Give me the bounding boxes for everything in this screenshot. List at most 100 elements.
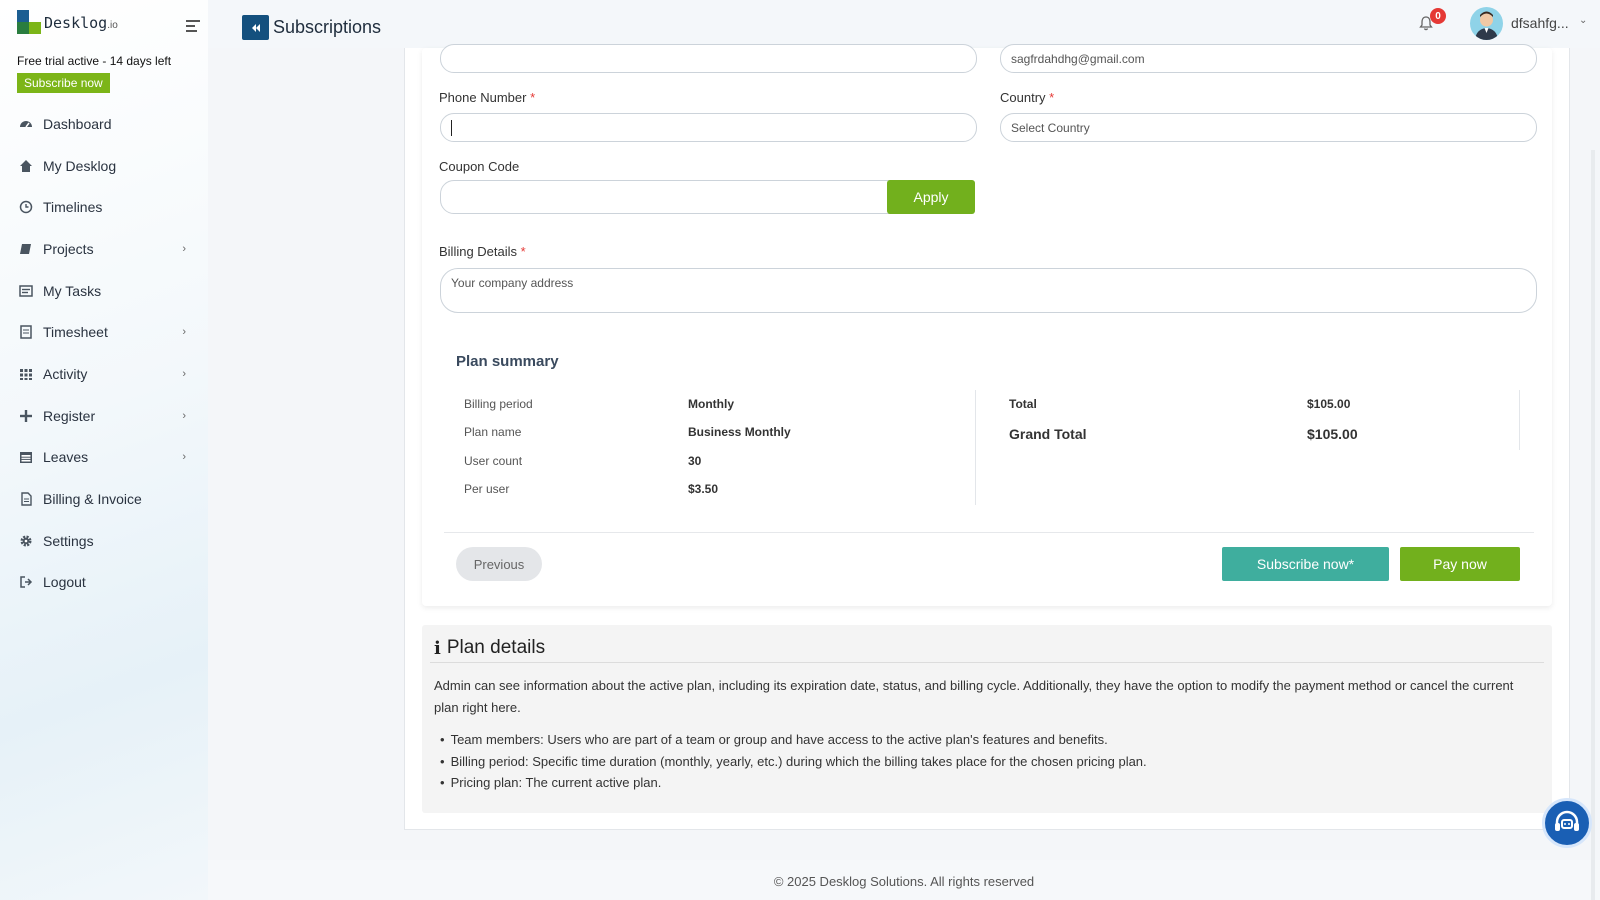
list-item: Billing period: Specific time duration (… — [440, 751, 1147, 773]
logout-icon — [19, 575, 33, 589]
sidebar-item-dashboard[interactable]: Dashboard — [0, 103, 208, 145]
logo-mark-icon — [17, 10, 41, 34]
plan-summary-title: Plan summary — [456, 353, 559, 370]
phone-number-input[interactable] — [440, 113, 977, 142]
subscribe-now-star-button[interactable]: Subscribe now* — [1222, 547, 1389, 581]
chevron-down-icon[interactable]: ⌄ — [1579, 15, 1587, 26]
email-field[interactable]: sagfrdahdhg@gmail.com — [1000, 44, 1537, 73]
chevron-right-icon: › — [182, 242, 186, 255]
grand-total-value: $105.00 — [1307, 426, 1358, 442]
plan-details-title: i Plan details — [434, 637, 546, 659]
summary-divider — [975, 390, 976, 505]
home-icon — [19, 159, 33, 173]
plan-details-list: Team members: Users who are part of a te… — [440, 729, 1147, 794]
coupon-label: Coupon Code — [439, 159, 520, 174]
subscribe-now-button[interactable]: Subscribe now — [17, 73, 110, 93]
list-item: Pricing plan: The current active plan. — [440, 772, 1147, 794]
sidebar-item-logout[interactable]: Logout — [0, 562, 208, 604]
country-placeholder: Select Country — [1011, 120, 1090, 135]
sidebar-item-label: Timelines — [43, 199, 103, 216]
invoice-icon — [19, 492, 33, 506]
chevron-right-icon: › — [182, 451, 186, 464]
summary-divider — [1519, 390, 1520, 450]
sidebar-item-my-tasks[interactable]: My Tasks — [0, 270, 208, 312]
name-field[interactable] — [440, 44, 977, 73]
sidebar-item-label: Timesheet — [43, 324, 108, 341]
summary-label-billing-period: Billing period — [464, 397, 533, 411]
scrollbar[interactable] — [1591, 150, 1595, 900]
book-icon — [19, 242, 33, 256]
chevron-right-icon: › — [182, 326, 186, 339]
user-name[interactable]: dfsahfg... — [1511, 15, 1569, 31]
notification-badge: 0 — [1430, 8, 1446, 24]
list-item: Team members: Users who are part of a te… — [440, 729, 1147, 751]
back-button[interactable] — [242, 15, 269, 40]
grid-icon — [19, 367, 33, 381]
brand-name: Desklog — [44, 14, 108, 32]
required-mark: * — [1049, 90, 1055, 105]
email-value: sagfrdahdhg@gmail.com — [1011, 51, 1145, 66]
avatar[interactable] — [1470, 7, 1503, 40]
gear-icon — [19, 534, 33, 548]
timesheet-icon — [19, 325, 33, 340]
topbar: Subscriptions 0 dfsahfg... ⌄ — [208, 0, 1600, 48]
sidebar-item-timelines[interactable]: Timelines — [0, 186, 208, 228]
trial-status: Free trial active - 14 days left — [17, 54, 172, 68]
sidebar-item-label: Register — [43, 407, 96, 424]
sidebar-item-projects[interactable]: Projects › — [0, 228, 208, 270]
coupon-code-input[interactable] — [440, 180, 895, 214]
sidebar-item-label: Leaves — [43, 449, 89, 466]
sidebar-item-billing-invoice[interactable]: Billing & Invoice — [0, 478, 208, 520]
desklog-logo[interactable]: Desklog.io — [17, 10, 118, 34]
sidebar-item-settings[interactable]: Settings — [0, 520, 208, 562]
double-chevron-left-icon — [251, 23, 260, 32]
grand-total-label: Grand Total — [1009, 426, 1087, 442]
summary-value-per-user: $3.50 — [688, 482, 719, 496]
headset-icon — [1555, 810, 1579, 831]
page-title: Subscriptions — [273, 17, 382, 37]
sidebar-item-timesheet[interactable]: Timesheet › — [0, 311, 208, 353]
summary-label-per-user: Per user — [464, 482, 510, 496]
details-divider — [430, 662, 1544, 663]
sidebar-item-register[interactable]: Register › — [0, 395, 208, 437]
total-label: Total — [1009, 397, 1037, 411]
support-chat-button[interactable] — [1542, 798, 1592, 848]
sidebar-item-label: Activity — [43, 365, 88, 382]
phone-label: Phone Number * — [439, 90, 536, 105]
required-mark: * — [520, 244, 526, 259]
sidebar-nav: Dashboard My Desklog Timelines Projects … — [0, 103, 208, 603]
footer: © 2025 Desklog Solutions. All rights res… — [208, 860, 1600, 900]
previous-button[interactable]: Previous — [456, 547, 542, 581]
sidebar-item-leaves[interactable]: Leaves › — [0, 437, 208, 479]
sidebar-item-label: Logout — [43, 574, 86, 591]
sidebar-item-activity[interactable]: Activity › — [0, 353, 208, 395]
country-select[interactable]: Select Country — [1000, 113, 1537, 142]
billing-address-textarea[interactable]: Your company address — [440, 268, 1537, 313]
menu-toggle-icon[interactable] — [186, 20, 200, 35]
required-mark: * — [530, 90, 536, 105]
sidebar: Desklog.io Free trial active - 14 days l… — [0, 0, 208, 900]
chevron-right-icon: › — [182, 367, 186, 380]
sidebar-item-label: My Tasks — [43, 282, 102, 299]
billing-placeholder: Your company address — [451, 276, 574, 290]
chevron-right-icon: › — [182, 409, 186, 422]
tasks-icon — [19, 284, 33, 298]
dashboard-icon — [19, 117, 33, 131]
summary-label-user-count: User count — [464, 454, 523, 468]
billing-details-label: Billing Details * — [439, 244, 526, 259]
sidebar-item-label: Dashboard — [43, 115, 112, 132]
plus-icon — [19, 409, 33, 423]
apply-coupon-button[interactable]: Apply — [887, 180, 975, 214]
summary-value-billing-period: Monthly — [688, 397, 734, 411]
summary-value-user-count: 30 — [688, 454, 702, 468]
text-cursor — [451, 119, 452, 136]
sidebar-item-label: Projects — [43, 240, 94, 257]
calendar-icon — [19, 450, 33, 464]
info-icon: i — [434, 637, 441, 659]
brand-suffix: .io — [107, 20, 118, 31]
sidebar-item-label: Billing & Invoice — [43, 491, 142, 508]
pay-now-button[interactable]: Pay now — [1400, 547, 1520, 581]
card-divider — [444, 532, 1534, 533]
summary-value-plan-name: Business Monthly — [688, 425, 791, 439]
sidebar-item-my-desklog[interactable]: My Desklog — [0, 145, 208, 187]
